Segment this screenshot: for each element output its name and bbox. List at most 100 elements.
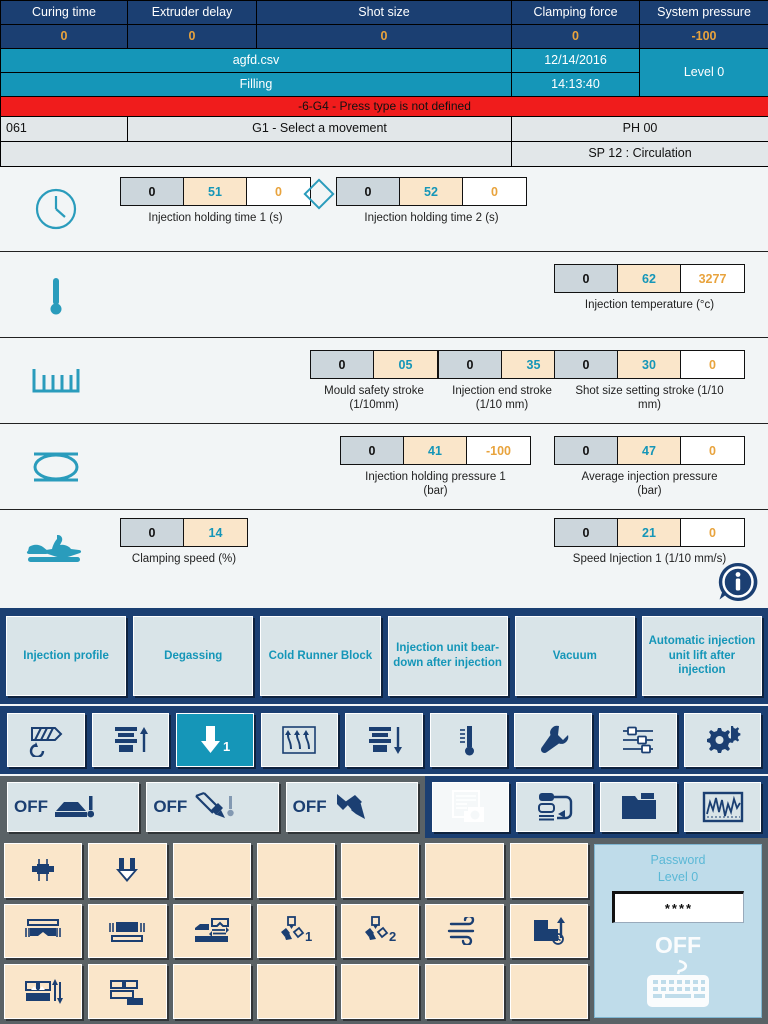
field-injection-holding-time-1[interactable]: 0 51 0 Injection holding time 1 (s) xyxy=(120,177,311,225)
button-degassing[interactable]: Degassing xyxy=(133,616,254,696)
cell-setpoint[interactable]: 51 xyxy=(184,178,247,205)
toggle-nozzle[interactable]: OFF xyxy=(285,782,418,832)
field-mould-safety-stroke[interactable]: 0 05 Mould safety stroke (1/10mm) xyxy=(310,350,438,413)
injection-down-1-icon[interactable]: 1 xyxy=(176,713,254,767)
info-icon[interactable] xyxy=(716,560,760,609)
field-cells[interactable]: 0 62 3277 xyxy=(554,264,745,293)
core-pull-icon[interactable] xyxy=(4,843,83,898)
cell-setpoint[interactable]: 05 xyxy=(374,351,437,378)
cell-actual[interactable]: 0 xyxy=(311,351,374,378)
mould-clamp-bottom-icon[interactable] xyxy=(88,903,167,959)
temperature-icon[interactable] xyxy=(429,713,508,767)
cell-actual[interactable]: 0 xyxy=(555,265,618,292)
graph-chart-icon[interactable] xyxy=(684,782,761,832)
cell-actual[interactable]: 0 xyxy=(337,178,400,205)
toggle-mould-heating[interactable]: OFF xyxy=(7,782,140,832)
field-shot-size-setting-stroke[interactable]: 0 30 0 Shot size setting stroke (1/10 mm… xyxy=(554,350,745,413)
cell-actual[interactable]: 0 xyxy=(121,519,184,546)
cell-measured[interactable]: -100 xyxy=(467,437,530,464)
button-cold-runner-block[interactable]: Cold Runner Block xyxy=(260,616,381,696)
grid-empty-cell[interactable] xyxy=(256,843,336,898)
grid-empty-cell[interactable] xyxy=(509,964,588,1019)
mould-updown-icon[interactable] xyxy=(4,964,83,1019)
clock-icon xyxy=(0,186,112,232)
grid-empty-cell[interactable] xyxy=(256,964,336,1019)
grid-empty-cell[interactable] xyxy=(172,964,251,1019)
nozzle-1-icon[interactable]: 1 xyxy=(256,903,336,959)
keyboard-toggle[interactable]: OFF xyxy=(595,932,761,1011)
grid-empty-cell[interactable] xyxy=(425,843,504,898)
cell-setpoint[interactable]: 21 xyxy=(618,519,681,546)
lift-timer-icon[interactable] xyxy=(509,903,588,959)
status-header-row: Curing time Extruder delay Shot size Cla… xyxy=(0,0,768,25)
field-cells[interactable]: 0 14 xyxy=(120,518,248,547)
air-blow-icon[interactable] xyxy=(425,903,504,959)
field-cells[interactable]: 0 47 0 xyxy=(554,436,745,465)
cell-measured[interactable]: 0 xyxy=(681,519,744,546)
ejector-down-icon[interactable] xyxy=(88,843,167,898)
nozzle-icon xyxy=(336,794,365,819)
cell-actual[interactable]: 0 xyxy=(555,437,618,464)
button-injection-unit-bear-down[interactable]: Injection unit bear-down after injection xyxy=(387,616,508,696)
ejector-up-icon[interactable] xyxy=(260,713,339,767)
cell-actual[interactable]: 0 xyxy=(341,437,404,464)
cell-setpoint[interactable]: 14 xyxy=(184,519,247,546)
grid-empty-cell[interactable] xyxy=(172,843,251,898)
toggle-nozzle-heating[interactable]: OFF xyxy=(146,782,279,832)
cell-actual[interactable]: 0 xyxy=(555,519,618,546)
cell-measured[interactable]: 0 xyxy=(247,178,310,205)
field-cells[interactable]: 0 41 -100 xyxy=(340,436,531,465)
mould-transfer-icon[interactable] xyxy=(172,903,251,959)
parameter-area: 0 51 0 Injection holding time 1 (s) 0 52… xyxy=(0,167,768,597)
field-cells[interactable]: 0 52 0 xyxy=(336,177,527,206)
folder-icon[interactable] xyxy=(600,782,677,832)
field-clamping-speed[interactable]: 0 14 Clamping speed (%) xyxy=(120,518,248,566)
param-row-stroke: 0 05 Mould safety stroke (1/10mm) 0 35 I… xyxy=(0,338,768,424)
mould-shift-icon[interactable] xyxy=(88,964,167,1019)
cell-setpoint[interactable]: 62 xyxy=(618,265,681,292)
grid-empty-cell[interactable] xyxy=(341,843,420,898)
mould-clamp-top-icon[interactable] xyxy=(4,903,83,959)
mould-open-up-icon[interactable] xyxy=(91,713,170,767)
button-injection-profile[interactable]: Injection profile xyxy=(6,616,127,696)
cell-setpoint[interactable]: 30 xyxy=(618,351,681,378)
cell-measured[interactable]: 0 xyxy=(463,178,526,205)
field-cells[interactable]: 0 21 0 xyxy=(554,518,745,547)
field-cells[interactable]: 0 30 0 xyxy=(554,350,745,379)
status-table: Curing time Extruder delay Shot size Cla… xyxy=(0,0,768,167)
nozzle-2-icon[interactable]: 2 xyxy=(341,903,420,959)
cell-actual[interactable]: 0 xyxy=(121,178,184,205)
grid-empty-cell[interactable] xyxy=(341,964,420,1019)
grid-empty-cell[interactable] xyxy=(509,843,588,898)
grid-empty-cell[interactable] xyxy=(425,964,504,1019)
data-transfer-icon[interactable] xyxy=(516,782,593,832)
field-cells[interactable]: 0 51 0 xyxy=(120,177,311,206)
cell-measured[interactable]: 0 xyxy=(681,437,744,464)
cell-actual[interactable]: 0 xyxy=(439,351,502,378)
cell-setpoint[interactable]: 52 xyxy=(400,178,463,205)
param-row-speed: 0 14 Clamping speed (%) 0 21 0 Speed Inj… xyxy=(0,510,768,588)
screw-rotation-icon[interactable] xyxy=(7,713,85,767)
message-text: G1 - Select a movement xyxy=(127,116,512,142)
cell-measured[interactable]: 3277 xyxy=(681,265,744,292)
cell-setpoint[interactable]: 47 xyxy=(618,437,681,464)
button-automatic-injection-unit-lift[interactable]: Automatic injection unit lift after inje… xyxy=(641,616,763,696)
field-injection-holding-time-2[interactable]: 0 52 0 Injection holding time 2 (s) xyxy=(336,177,527,225)
cell-actual[interactable]: 0 xyxy=(555,351,618,378)
wrench-icon[interactable] xyxy=(514,713,592,767)
field-average-injection-pressure[interactable]: 0 47 0 Average injection pressure (bar) xyxy=(554,436,745,499)
cell-setpoint[interactable]: 41 xyxy=(404,437,467,464)
field-injection-holding-pressure-1[interactable]: 0 41 -100 Injection holding pressure 1 (… xyxy=(340,436,531,499)
field-cells[interactable]: 0 35 xyxy=(438,350,566,379)
mould-close-down-icon[interactable] xyxy=(345,713,423,767)
password-input[interactable]: **** xyxy=(612,891,744,923)
alarm-message: -6-G4 - Press type is not defined xyxy=(0,96,768,117)
cell-measured[interactable]: 0 xyxy=(681,351,744,378)
field-injection-end-stroke[interactable]: 0 35 Injection end stroke (1/10 mm) xyxy=(438,350,566,413)
sliders-icon[interactable] xyxy=(598,713,677,767)
field-injection-temperature[interactable]: 0 62 3277 Injection temperature (°c) xyxy=(554,264,745,312)
field-cells[interactable]: 0 05 xyxy=(310,350,438,379)
gears-icon[interactable] xyxy=(683,713,762,767)
button-vacuum[interactable]: Vacuum xyxy=(514,616,635,696)
screenshot-camera-icon[interactable] xyxy=(432,782,509,832)
